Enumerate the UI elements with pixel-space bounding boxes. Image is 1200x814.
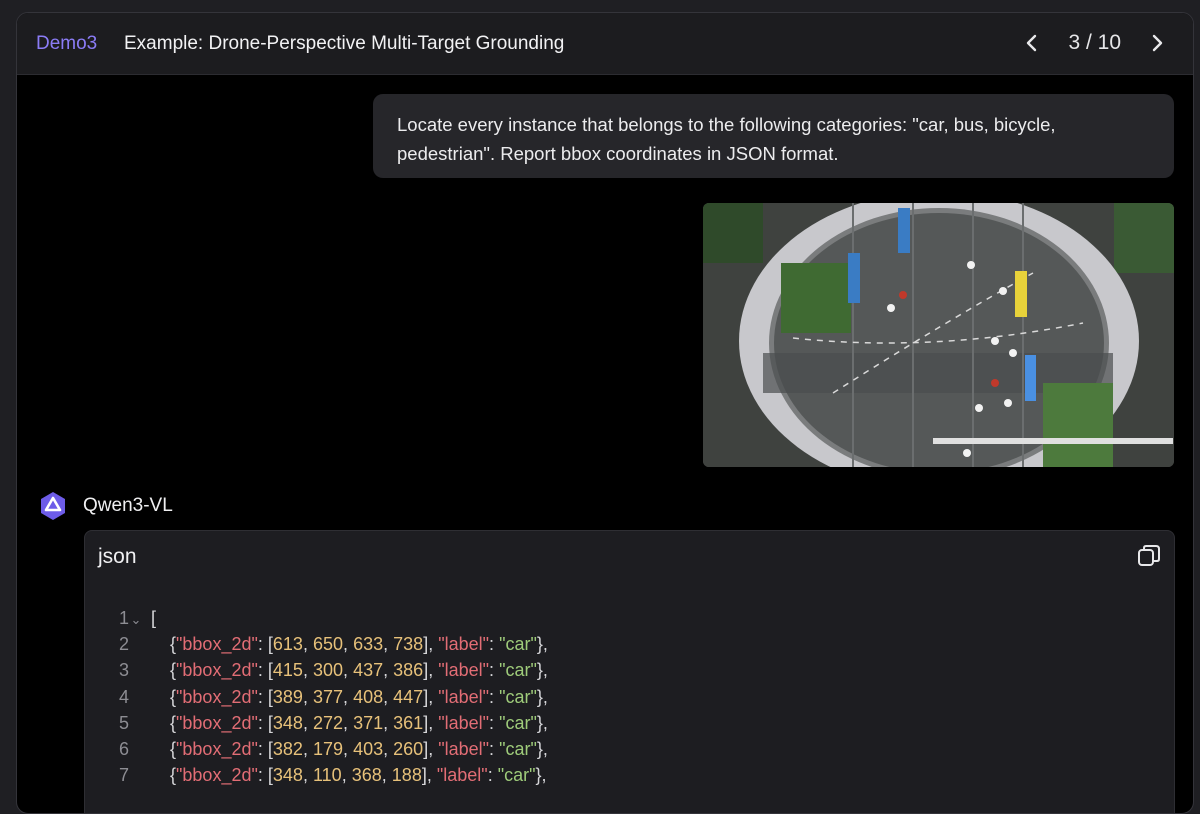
code-line: 5 {"bbox_2d": [348, 272, 371, 361], "labe… (85, 710, 1174, 736)
pager: 3 / 10 (1016, 27, 1173, 59)
line-number: 7 (118, 765, 129, 786)
prev-button[interactable] (1016, 27, 1048, 59)
code-text: {"bbox_2d": [348, 272, 371, 361], "label… (170, 712, 548, 733)
line-number: 4 (118, 686, 129, 707)
qwen-logo-icon (41, 492, 65, 520)
copy-icon (1138, 545, 1160, 566)
copy-button[interactable] (1136, 543, 1162, 569)
fold-gutter (129, 748, 143, 751)
code-lines: 1 ⌄ [2 {"bbox_2d": [613, 650, 633, 738], "l… (85, 605, 1174, 789)
fold-gutter (129, 669, 143, 672)
code-language-label: json (98, 545, 137, 568)
drone-aerial-image (703, 203, 1174, 467)
top-bar: Demo3 Example: Drone-Perspective Multi-T… (17, 13, 1193, 75)
code-line: 3 {"bbox_2d": [415, 300, 437, 386], "labe… (85, 658, 1174, 684)
fold-gutter (129, 722, 143, 725)
line-number: 5 (118, 712, 129, 733)
assistant-header: Qwen3-VL (37, 490, 173, 522)
page-title: Example: Drone-Perspective Multi-Target … (124, 33, 565, 54)
chevron-down-icon[interactable]: ⌄ (129, 609, 143, 628)
code-line: 2 {"bbox_2d": [613, 650, 633, 738], "labe… (85, 631, 1174, 657)
code-text: {"bbox_2d": [415, 300, 437, 386], "label… (170, 660, 548, 681)
demo-panel: Demo3 Example: Drone-Perspective Multi-T… (16, 12, 1194, 814)
code-text: {"bbox_2d": [382, 179, 403, 260], "label… (170, 739, 548, 760)
page-indicator: 3 / 10 (1068, 31, 1121, 54)
demo-tag: Demo3 (36, 33, 98, 54)
line-number: 3 (118, 660, 129, 681)
code-text: {"bbox_2d": [389, 377, 408, 447], "label… (170, 686, 548, 707)
code-block: json 1 ⌄ [2 {"bbox_2d": [613, 650, 633, 738… (84, 530, 1175, 813)
code-line: 7 {"bbox_2d": [348, 110, 368, 188], "labe… (85, 763, 1174, 789)
line-number: 2 (118, 633, 129, 654)
next-button[interactable] (1141, 27, 1173, 59)
code-text: {"bbox_2d": [348, 110, 368, 188], "label… (170, 765, 547, 786)
code-text: [ (151, 607, 157, 628)
chevron-right-icon (1152, 34, 1163, 52)
code-line: 1 ⌄ [ (85, 605, 1174, 631)
fold-gutter (129, 643, 143, 646)
line-number: 1 (118, 607, 129, 628)
fold-gutter (129, 774, 143, 777)
code-line: 6 {"bbox_2d": [382, 179, 403, 260], "labe… (85, 736, 1174, 762)
code-line: 4 {"bbox_2d": [389, 377, 408, 447], "labe… (85, 684, 1174, 710)
fold-gutter (129, 696, 143, 699)
code-text: {"bbox_2d": [613, 650, 633, 738], "label… (170, 633, 548, 654)
line-number: 6 (118, 739, 129, 760)
user-message: Locate every instance that belongs to th… (373, 94, 1174, 178)
chevron-left-icon (1027, 34, 1037, 52)
assistant-name: Qwen3-VL (83, 495, 173, 516)
